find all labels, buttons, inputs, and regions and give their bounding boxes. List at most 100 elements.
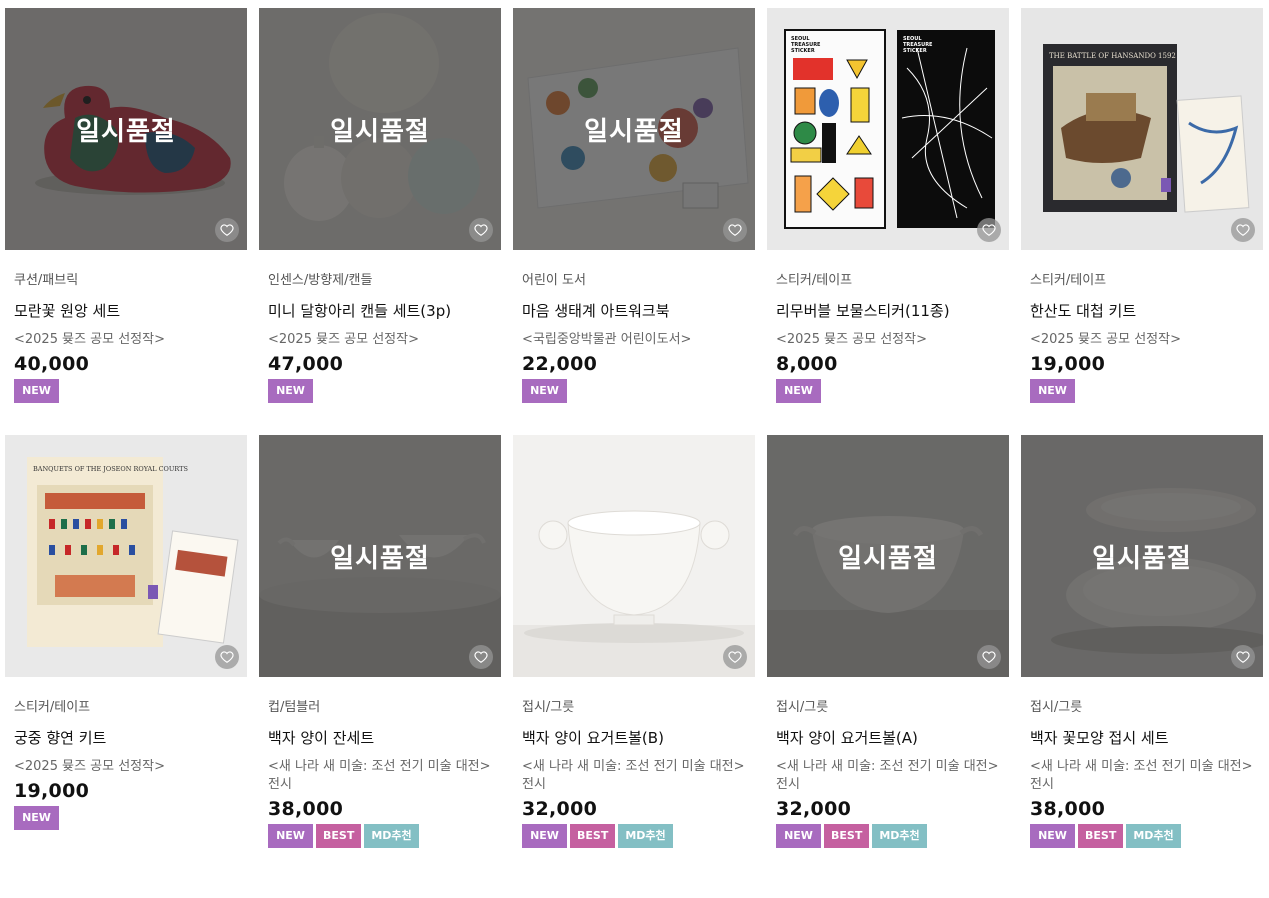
wishlist-heart-icon[interactable] bbox=[469, 218, 493, 242]
product-info: 접시/그릇 백자 꽃모양 접시 세트 <새 나라 새 미술: 조선 전기 미술 … bbox=[1021, 677, 1263, 848]
product-name[interactable]: 미니 달항아리 캔들 세트(3p) bbox=[268, 302, 501, 320]
product-category: 스티커/테이프 bbox=[776, 273, 853, 288]
badge-group: NEW bbox=[776, 379, 1009, 403]
sold-out-overlay: 일시품절 bbox=[259, 8, 501, 250]
product-price: 22,000 bbox=[522, 353, 598, 375]
product-price: 40,000 bbox=[14, 353, 90, 375]
best-badge: BEST bbox=[316, 824, 362, 848]
product-subtitle: <2025 뮺즈 공모 선정작> bbox=[14, 332, 165, 347]
sticker-sheet-image: SEOUL TREASURE STICKER SEOUL TREASURE ST… bbox=[767, 8, 1009, 250]
product-subtitle: <2025 뮺즈 공모 선정작> bbox=[1030, 332, 1181, 347]
product-category: 접시/그릇 bbox=[1030, 700, 1083, 715]
product-image[interactable]: BANQUETS OF THE JOSEON ROYAL COURTS bbox=[5, 435, 247, 677]
product-category: 스티커/테이프 bbox=[1030, 273, 1107, 288]
product-image[interactable]: THE BATTLE OF HANSANDO 1592 bbox=[1021, 8, 1263, 250]
product-price: 32,000 bbox=[776, 798, 852, 820]
product-name[interactable]: 백자 양이 잔세트 bbox=[268, 729, 501, 747]
product-card[interactable]: 일시품절 접시/그릇 백자 꽃모양 접시 세트 <새 나라 새 미술: 조선 전… bbox=[1021, 435, 1263, 848]
product-card[interactable]: 접시/그릇 백자 양이 요거트볼(B) <새 나라 새 미술: 조선 전기 미술… bbox=[513, 435, 755, 848]
product-name[interactable]: 백자 꽃모양 접시 세트 bbox=[1030, 729, 1263, 747]
sold-out-overlay: 일시품절 bbox=[5, 8, 247, 250]
product-card[interactable]: 일시품절 어린이 도서 마음 생태계 아트워크북 <국립중앙박물관 어린이도서>… bbox=[513, 8, 755, 403]
product-info: 어린이 도서 마음 생태계 아트워크북 <국립중앙박물관 어린이도서> 22,0… bbox=[513, 250, 755, 403]
product-image[interactable]: 일시품절 bbox=[1021, 435, 1263, 677]
wishlist-heart-icon[interactable] bbox=[977, 645, 1001, 669]
product-card[interactable]: SEOUL TREASURE STICKER SEOUL TREASURE ST… bbox=[767, 8, 1009, 403]
product-subtitle: <새 나라 새 미술: 조선 전기 미술 대전> 전시 bbox=[522, 759, 745, 792]
banquet-kit-image: BANQUETS OF THE JOSEON ROYAL COURTS bbox=[5, 435, 247, 677]
product-subtitle: <2025 뮺즈 공모 선정작> bbox=[14, 759, 165, 774]
sold-out-overlay: 일시품절 bbox=[259, 435, 501, 677]
new-badge: NEW bbox=[1030, 824, 1075, 848]
wishlist-heart-icon[interactable] bbox=[469, 645, 493, 669]
product-price: 47,000 bbox=[268, 353, 344, 375]
new-badge: NEW bbox=[14, 379, 59, 403]
product-price: 8,000 bbox=[776, 353, 838, 375]
product-image[interactable]: 일시품절 bbox=[259, 8, 501, 250]
product-price: 38,000 bbox=[268, 798, 344, 820]
product-category: 접시/그릇 bbox=[776, 700, 829, 715]
wishlist-heart-icon[interactable] bbox=[1231, 645, 1255, 669]
product-subtitle: <국립중앙박물관 어린이도서> bbox=[522, 332, 692, 347]
product-category: 접시/그릇 bbox=[522, 700, 575, 715]
product-row: 일시품절 쿠션/패브릭 모란꽃 원앙 세트 <2025 뮺즈 공모 선정작> 4… bbox=[5, 8, 1264, 403]
badge-group: NEW BEST MD추천 bbox=[776, 824, 1009, 848]
product-price: 19,000 bbox=[14, 780, 90, 802]
md-pick-badge: MD추천 bbox=[618, 824, 673, 848]
badge-group: NEW bbox=[14, 379, 247, 403]
product-subtitle: <2025 뮺즈 공모 선정작> bbox=[776, 332, 927, 347]
product-card[interactable]: 일시품절 접시/그릇 백자 양이 요거트볼(A) <새 나라 새 미술: 조선 … bbox=[767, 435, 1009, 848]
svg-text:STICKER: STICKER bbox=[791, 48, 815, 54]
product-image[interactable]: SEOUL TREASURE STICKER SEOUL TREASURE ST… bbox=[767, 8, 1009, 250]
new-badge: NEW bbox=[14, 806, 59, 830]
md-pick-badge: MD추천 bbox=[364, 824, 419, 848]
product-name[interactable]: 모란꽃 원앙 세트 bbox=[14, 302, 247, 320]
product-image[interactable]: 일시품절 bbox=[767, 435, 1009, 677]
badge-group: NEW bbox=[522, 379, 755, 403]
product-info: 인센스/방향제/캔들 미니 달항아리 캔들 세트(3p) <2025 뮺즈 공모… bbox=[259, 250, 501, 403]
new-badge: NEW bbox=[268, 379, 313, 403]
product-name[interactable]: 궁중 향연 키트 bbox=[14, 729, 247, 747]
wishlist-heart-icon[interactable] bbox=[215, 218, 239, 242]
product-card[interactable]: THE BATTLE OF HANSANDO 1592 스티커/테이프 한산도 … bbox=[1021, 8, 1263, 403]
best-badge: BEST bbox=[570, 824, 616, 848]
wishlist-heart-icon[interactable] bbox=[723, 218, 747, 242]
product-info: 컵/텀블러 백자 양이 잔세트 <새 나라 새 미술: 조선 전기 미술 대전>… bbox=[259, 677, 501, 848]
product-image[interactable] bbox=[513, 435, 755, 677]
product-name[interactable]: 한산도 대첩 키트 bbox=[1030, 302, 1263, 320]
badge-group: NEW BEST MD추천 bbox=[1030, 824, 1263, 848]
product-category: 스티커/테이프 bbox=[14, 700, 91, 715]
badge-group: NEW BEST MD추천 bbox=[268, 824, 501, 848]
product-row: BANQUETS OF THE JOSEON ROYAL COURTS 스티커/… bbox=[5, 435, 1264, 848]
product-info: 접시/그릇 백자 양이 요거트볼(A) <새 나라 새 미술: 조선 전기 미술… bbox=[767, 677, 1009, 848]
badge-group: NEW BEST MD추천 bbox=[522, 824, 755, 848]
product-name[interactable]: 마음 생태계 아트워크북 bbox=[522, 302, 755, 320]
new-badge: NEW bbox=[776, 824, 821, 848]
product-name[interactable]: 리무버블 보물스티커(11종) bbox=[776, 302, 1009, 320]
product-card[interactable]: BANQUETS OF THE JOSEON ROYAL COURTS 스티커/… bbox=[5, 435, 247, 848]
badge-group: NEW bbox=[14, 806, 247, 830]
product-image[interactable]: 일시품절 bbox=[5, 8, 247, 250]
product-price: 19,000 bbox=[1030, 353, 1106, 375]
new-badge: NEW bbox=[776, 379, 821, 403]
best-badge: BEST bbox=[824, 824, 870, 848]
md-pick-badge: MD추천 bbox=[1126, 824, 1181, 848]
wishlist-heart-icon[interactable] bbox=[723, 645, 747, 669]
product-name[interactable]: 백자 양이 요거트볼(A) bbox=[776, 729, 1009, 747]
best-badge: BEST bbox=[1078, 824, 1124, 848]
wishlist-heart-icon[interactable] bbox=[977, 218, 1001, 242]
product-card[interactable]: 일시품절 쿠션/패브릭 모란꽃 원앙 세트 <2025 뮺즈 공모 선정작> 4… bbox=[5, 8, 247, 403]
product-image[interactable]: 일시품절 bbox=[259, 435, 501, 677]
wishlist-heart-icon[interactable] bbox=[215, 645, 239, 669]
product-grid: 일시품절 쿠션/패브릭 모란꽃 원앙 세트 <2025 뮺즈 공모 선정작> 4… bbox=[5, 8, 1264, 848]
product-subtitle: <새 나라 새 미술: 조선 전기 미술 대전> 전시 bbox=[1030, 759, 1253, 792]
product-subtitle: <새 나라 새 미술: 조선 전기 미술 대전> 전시 bbox=[776, 759, 999, 792]
product-category: 쿠션/패브릭 bbox=[14, 273, 79, 288]
product-name[interactable]: 백자 양이 요거트볼(B) bbox=[522, 729, 755, 747]
product-subtitle: <2025 뮺즈 공모 선정작> bbox=[268, 332, 419, 347]
product-image[interactable]: 일시품절 bbox=[513, 8, 755, 250]
product-card[interactable]: 일시품절 인센스/방향제/캔들 미니 달항아리 캔들 세트(3p) <2025 … bbox=[259, 8, 501, 403]
new-badge: NEW bbox=[1030, 379, 1075, 403]
product-card[interactable]: 일시품절 컵/텀블러 백자 양이 잔세트 <새 나라 새 미술: 조선 전기 미… bbox=[259, 435, 501, 848]
wishlist-heart-icon[interactable] bbox=[1231, 218, 1255, 242]
